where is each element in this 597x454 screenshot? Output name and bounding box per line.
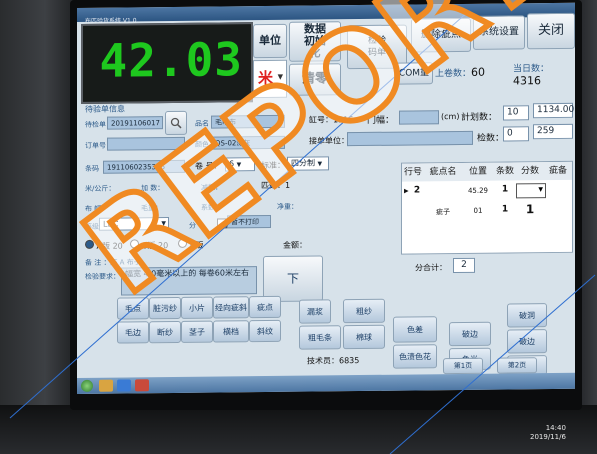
diagonal-line-2 [389,274,596,454]
